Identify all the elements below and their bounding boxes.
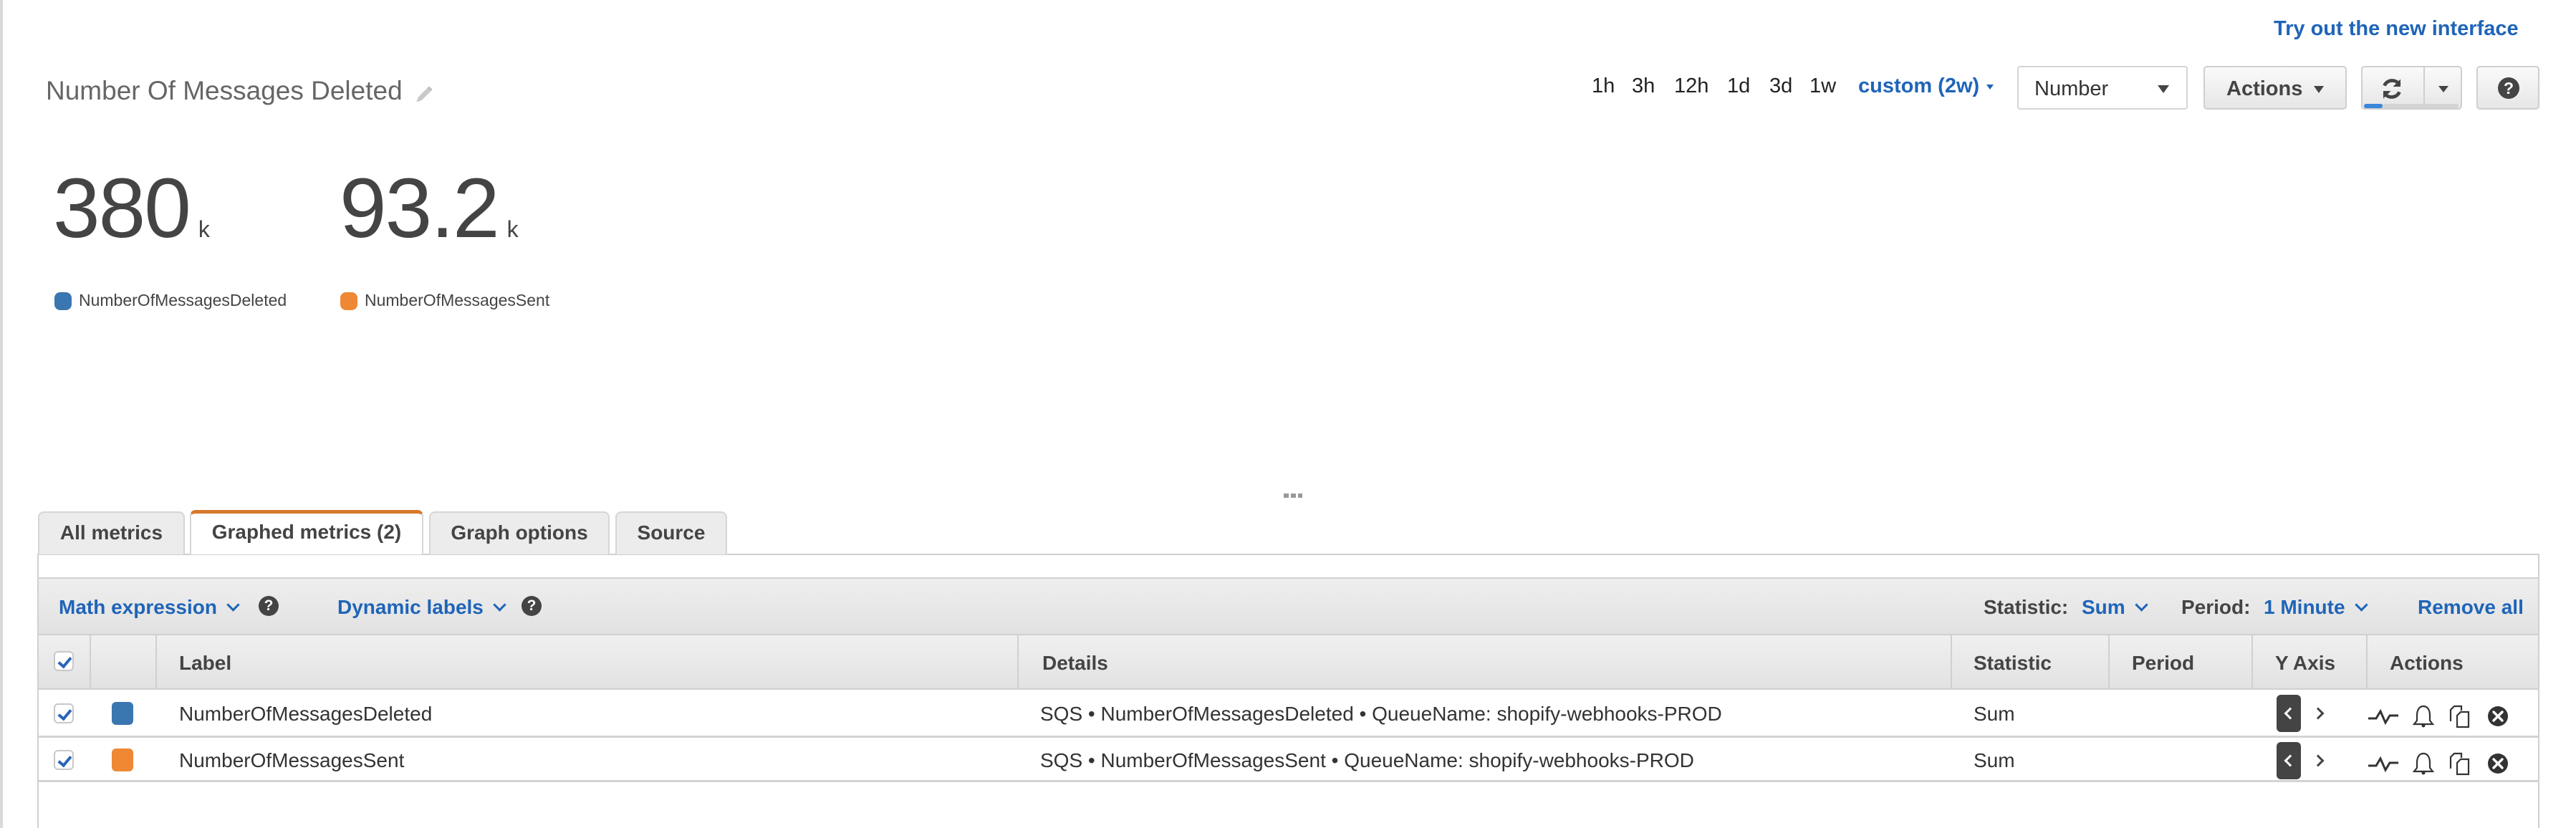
caret-down-icon [1986,84,1994,90]
range-1h[interactable]: 1h [1592,74,1615,98]
legend-swatch-sent [340,292,357,310]
y-axis-right-toggle[interactable] [2314,751,2328,772]
row-color-swatch[interactable] [112,748,133,771]
column-header-period[interactable]: Period [2132,652,2194,675]
row-label[interactable]: NumberOfMessagesDeleted [179,703,432,726]
tab-graphed-metrics[interactable]: Graphed metrics (2) [190,510,423,554]
refresh-button[interactable] [2361,66,2424,110]
help-button[interactable]: ? [2476,66,2539,110]
column-header-statistic[interactable]: Statistic [1974,652,2052,675]
caret-down-icon [2438,86,2448,92]
remove-metric-icon[interactable] [2486,751,2510,776]
custom-range-label: custom (2w) [1858,74,1980,97]
y-axis-right-toggle[interactable] [2314,703,2328,725]
range-3d[interactable]: 3d [1769,74,1792,98]
statistic-dropdown[interactable]: Sum [2082,596,2148,619]
try-new-interface-link[interactable]: Try out the new interface [2274,17,2519,41]
row-color-swatch[interactable] [112,702,133,725]
column-header-details[interactable]: Details [1042,652,1108,675]
row-details: SQS • NumberOfMessagesDeleted • QueueNam… [1040,703,1722,725]
column-header-y-axis[interactable]: Y Axis [2275,652,2335,675]
metric-unit: k [506,216,519,242]
view-type-value: Number [2034,77,2109,100]
row-divider [39,780,2538,782]
tab-graph-options[interactable]: Graph options [429,511,610,554]
edit-title-pencil-icon[interactable] [414,85,434,105]
column-divider [2108,635,2110,688]
statistic-label: Statistic: [1984,596,2069,618]
metric-value: 93.2 [340,161,500,256]
actions-label: Actions [2226,77,2303,100]
tab-source[interactable]: Source [615,511,727,554]
dynamic-labels-dropdown[interactable]: Dynamic labels [337,596,506,619]
math-expression-help-icon[interactable]: ? [259,596,279,616]
y-axis-left-toggle[interactable] [2277,742,2301,779]
legend-label-sent[interactable]: NumberOfMessagesSent [365,291,549,310]
refresh-interval-dropdown[interactable] [2423,66,2462,110]
custom-range-dropdown[interactable]: custom (2w) [1858,74,1994,98]
graph-pulse-icon[interactable] [2368,704,2399,728]
select-all-checkbox[interactable] [54,651,74,671]
remove-metric-icon[interactable] [2486,704,2510,728]
view-type-select[interactable]: Number [2017,66,2188,110]
resize-drag-handle[interactable] [1284,494,1302,498]
row-checkbox[interactable] [54,703,74,723]
dynamic-labels-label: Dynamic labels [337,596,484,618]
column-header-actions[interactable]: Actions [2390,652,2464,675]
y-axis-left-toggle[interactable] [2277,695,2301,732]
metric-value-deleted: 380 k [53,166,210,251]
period-label: Period: [2181,596,2251,618]
duplicate-icon[interactable] [2448,704,2472,728]
metric-value: 380 [53,161,191,256]
graph-pulse-icon[interactable] [2368,751,2399,776]
row-statistic[interactable]: Sum [1974,749,2015,772]
dynamic-labels-help-icon[interactable]: ? [522,596,542,616]
row-label[interactable]: NumberOfMessagesSent [179,749,404,772]
column-header-label[interactable]: Label [179,652,231,675]
metric-value-sent: 93.2 k [340,166,519,251]
statistic-value: Sum [2082,596,2125,618]
tab-all-metrics[interactable]: All metrics [38,511,185,554]
range-1d[interactable]: 1d [1727,74,1750,98]
math-expression-dropdown[interactable]: Math expression [59,596,240,619]
chevron-down-icon [2134,598,2148,612]
remove-all-button[interactable]: Remove all [2418,596,2524,619]
column-divider [1951,635,1952,688]
legend-label-deleted[interactable]: NumberOfMessagesDeleted [79,291,287,310]
period-value: 1 Minute [2264,596,2345,618]
range-12h[interactable]: 12h [1674,74,1708,98]
column-divider [2251,635,2253,688]
chevron-down-icon [226,598,240,612]
column-divider [1017,635,1019,688]
alarm-bell-icon[interactable] [2411,704,2436,728]
range-3h[interactable]: 3h [1632,74,1655,98]
actions-button[interactable]: Actions [2203,66,2347,110]
caret-down-icon [2314,86,2324,93]
column-divider [2366,635,2368,688]
refresh-icon [2383,79,2401,99]
row-statistic[interactable]: Sum [1974,703,2015,726]
alarm-bell-icon[interactable] [2411,751,2436,776]
row-checkbox[interactable] [54,750,74,770]
period-dropdown[interactable]: 1 Minute [2264,596,2368,619]
row-details: SQS • NumberOfMessagesSent • QueueName: … [1040,749,1694,771]
duplicate-icon[interactable] [2448,751,2472,776]
math-expression-label: Math expression [59,596,217,618]
caret-down-icon [2158,85,2169,93]
refresh-progress-fill [2364,104,2383,108]
page-left-border [0,0,3,828]
column-divider [155,635,157,688]
help-icon: ? [2498,77,2519,99]
column-divider [90,635,91,688]
chevron-down-icon [2354,598,2368,612]
graph-title: Number Of Messages Deleted [46,76,403,105]
legend-swatch-deleted [54,292,72,310]
chevron-down-icon [493,598,506,612]
range-1w[interactable]: 1w [1810,74,1836,98]
metric-unit: k [198,216,210,242]
